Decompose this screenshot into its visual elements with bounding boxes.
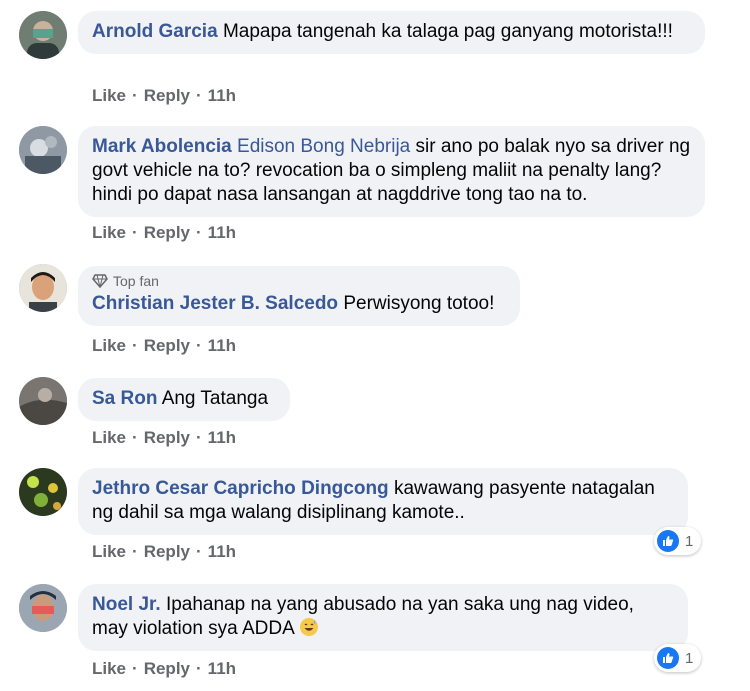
comment-bubble: Top fan Christian Jester B. Salcedo Perw… [78, 266, 520, 326]
comment-text: Mapapa tangenah ka talaga pag ganyang mo… [222, 21, 673, 42]
separator-dot: · [196, 86, 202, 105]
thumbs-up-icon [657, 647, 679, 669]
reply-link[interactable]: Reply [144, 428, 190, 448]
avatar[interactable] [19, 468, 67, 516]
timestamp[interactable]: 11h [208, 86, 236, 106]
comment-actions: Like · Reply · 11h [92, 428, 236, 448]
sweat-smile-emoji-icon [299, 618, 318, 636]
comment-bubble: Sa Ron Ang Tatanga [78, 378, 290, 421]
commenter-name[interactable]: Mark Abolencia [92, 136, 232, 157]
comment-text: Ang Tatanga [161, 388, 269, 409]
reaction-number: 1 [685, 649, 694, 667]
separator-dot: · [132, 428, 138, 447]
like-link[interactable]: Like [92, 428, 126, 448]
thumbs-up-icon [657, 530, 679, 552]
like-link[interactable]: Like [92, 223, 126, 243]
reply-link[interactable]: Reply [144, 659, 190, 679]
separator-dot: · [132, 223, 138, 242]
commenter-name[interactable]: Jethro Cesar Capricho Dingcong [92, 478, 389, 499]
avatar-photo-icon [19, 584, 67, 632]
comment-bubble: Mark Abolencia Edison Bong Nebrija sir a… [78, 126, 705, 217]
comment-text: Ipahanap na yang abusado na yan saka ung… [92, 594, 634, 639]
avatar-photo-icon [19, 126, 67, 174]
separator-dot: · [196, 542, 202, 561]
separator-dot: · [132, 659, 138, 678]
like-link[interactable]: Like [92, 86, 126, 106]
avatar[interactable] [19, 377, 67, 425]
separator-dot: · [132, 336, 138, 355]
comment-actions: Like · Reply · 11h [92, 542, 236, 562]
timestamp[interactable]: 11h [208, 542, 236, 562]
diamond-icon [92, 274, 108, 288]
like-link[interactable]: Like [92, 542, 126, 562]
commenter-name[interactable]: Sa Ron [92, 388, 157, 409]
reply-link[interactable]: Reply [144, 542, 190, 562]
separator-dot: · [196, 223, 202, 242]
comment-actions: Like · Reply · 11h [92, 223, 236, 243]
reply-link[interactable]: Reply [144, 223, 190, 243]
timestamp[interactable]: 11h [208, 659, 236, 679]
separator-dot: · [196, 428, 202, 447]
comment-bubble: Arnold Garcia Mapapa tangenah ka talaga … [78, 11, 705, 54]
reaction-count[interactable]: 1 [654, 644, 702, 672]
top-fan-label: Top fan [113, 273, 159, 289]
avatar[interactable] [19, 11, 67, 59]
top-fan-badge[interactable]: Top fan [92, 272, 506, 290]
avatar-photo-icon [19, 11, 67, 59]
reply-link[interactable]: Reply [144, 86, 190, 106]
comment-bubble: Noel Jr. Ipahanap na yang abusado na yan… [78, 584, 688, 651]
separator-dot: · [196, 659, 202, 678]
comment-actions: Like · Reply · 11h [92, 659, 236, 679]
commenter-name[interactable]: Arnold Garcia [92, 21, 218, 42]
avatar[interactable] [19, 126, 67, 174]
like-link[interactable]: Like [92, 336, 126, 356]
avatar-photo-icon [19, 264, 67, 312]
like-link[interactable]: Like [92, 659, 126, 679]
separator-dot: · [132, 542, 138, 561]
comment-text: Perwisyong totoo! [343, 293, 495, 314]
reaction-number: 1 [685, 532, 694, 550]
comment-actions: Like · Reply · 11h [92, 336, 236, 356]
timestamp[interactable]: 11h [208, 223, 236, 243]
reaction-count[interactable]: 1 [654, 527, 702, 555]
timestamp[interactable]: 11h [208, 336, 236, 356]
separator-dot: · [196, 336, 202, 355]
avatar-photo-icon [19, 377, 67, 425]
tagged-user-link[interactable]: Edison Bong Nebrija [237, 136, 410, 157]
commenter-name[interactable]: Christian Jester B. Salcedo [92, 293, 338, 314]
reply-link[interactable]: Reply [144, 336, 190, 356]
avatar[interactable] [19, 264, 67, 312]
timestamp[interactable]: 11h [208, 428, 236, 448]
avatar-photo-icon [19, 468, 67, 516]
commenter-name[interactable]: Noel Jr. [92, 594, 161, 615]
comment-actions: Like · Reply · 11h [92, 86, 236, 106]
separator-dot: · [132, 86, 138, 105]
comment-bubble: Jethro Cesar Capricho Dingcong kawawang … [78, 468, 688, 535]
avatar[interactable] [19, 584, 67, 632]
